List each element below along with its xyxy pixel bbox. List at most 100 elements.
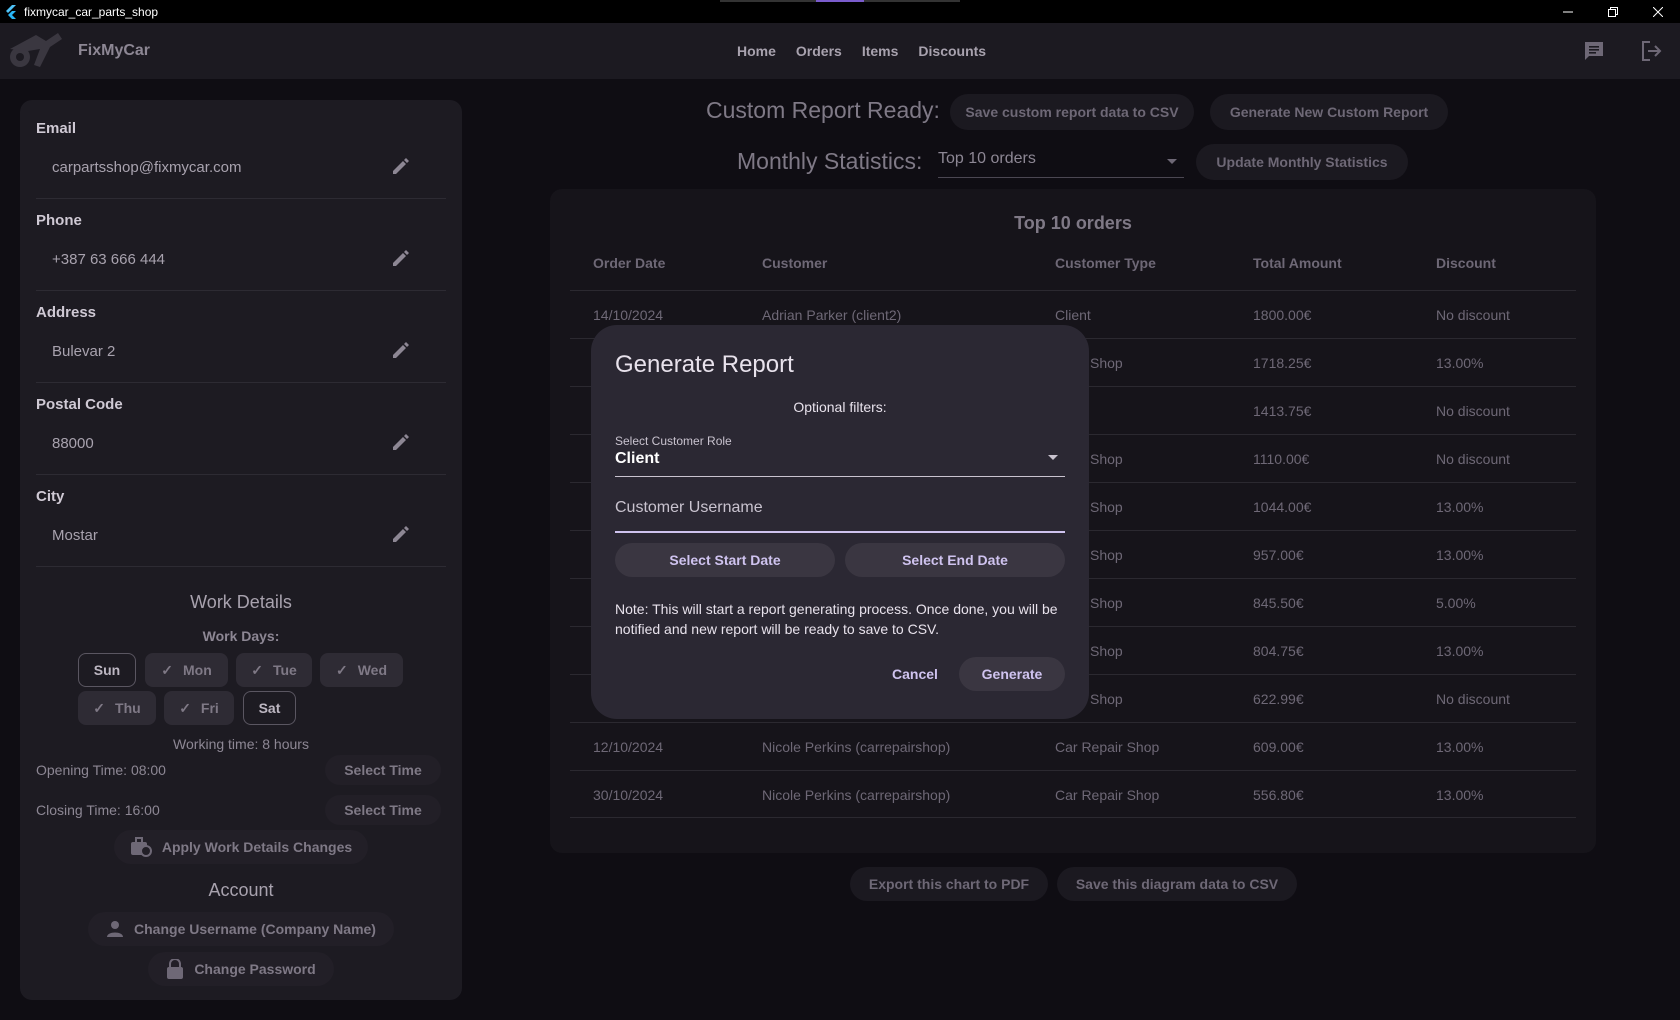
save-diagram-csv-button[interactable]: Save this diagram data to CSV — [1057, 867, 1297, 901]
day-chip-tue[interactable]: ✓ Tue — [236, 653, 312, 687]
cell-discount: No discount — [1436, 307, 1510, 323]
cell-discount: 13.00% — [1436, 787, 1484, 803]
chat-icon[interactable] — [1583, 40, 1605, 62]
main-nav: Home Orders Items Discounts — [737, 43, 1006, 59]
edit-phone-icon[interactable] — [391, 248, 411, 268]
cancel-button[interactable]: Cancel — [885, 657, 945, 691]
check-icon: ✓ — [179, 699, 191, 716]
divider — [36, 198, 446, 199]
table-row[interactable]: 12/10/2024 Nicole Perkins (carrepairshop)… — [570, 722, 1576, 770]
chevron-down-icon — [1167, 159, 1177, 164]
edit-email-icon[interactable] — [391, 156, 411, 176]
select-start-date-button[interactable]: Select Start Date — [615, 543, 835, 577]
cell-total-amount: 1044.00€ — [1253, 499, 1312, 515]
postal-code-label: Postal Code — [36, 396, 123, 413]
day-chip-mon[interactable]: ✓ Mon — [145, 653, 228, 687]
save-custom-report-csv-button[interactable]: Save custom report data to CSV — [950, 94, 1194, 130]
phone-label: Phone — [36, 212, 82, 229]
window-title: fixmycar_car_parts_shop — [24, 4, 159, 19]
working-time: Working time: 8 hours — [173, 736, 309, 752]
nav-items[interactable]: Items — [862, 43, 899, 59]
day-label: Wed — [357, 662, 388, 678]
cell-customer-type: Client — [1055, 307, 1091, 323]
update-monthly-statistics-button[interactable]: Update Monthly Statistics — [1196, 144, 1408, 180]
cell-order-date: 14/10/2024 — [593, 307, 664, 323]
customer-role-select[interactable]: Select Customer Role Client — [615, 434, 1065, 477]
customer-username-field[interactable] — [615, 485, 1065, 533]
minimize-button[interactable] — [1545, 0, 1590, 23]
day-chip-sun[interactable]: Sun — [78, 653, 136, 687]
edit-postal-code-icon[interactable] — [391, 432, 411, 452]
nav-discounts[interactable]: Discounts — [918, 43, 986, 59]
select-closing-time-button[interactable]: Select Time — [325, 795, 441, 825]
day-label: Sun — [93, 662, 121, 678]
cell-discount: 5.00% — [1436, 595, 1476, 611]
opening-time: Opening Time: 08:00 — [36, 762, 166, 778]
person-icon — [106, 920, 124, 938]
day-chip-wed[interactable]: ✓ Wed — [320, 653, 403, 687]
generate-new-custom-report-button[interactable]: Generate New Custom Report — [1210, 94, 1448, 130]
edit-city-icon[interactable] — [391, 524, 411, 544]
restore-icon — [1607, 6, 1618, 17]
header-total-amount: Total Amount — [1253, 255, 1342, 271]
close-window-button[interactable] — [1635, 0, 1680, 23]
monthly-statistics-label: Monthly Statistics: — [737, 148, 923, 174]
chevron-down-icon — [1048, 455, 1058, 460]
cell-total-amount: 622.99€ — [1253, 691, 1304, 707]
select-end-date-button[interactable]: Select End Date — [845, 543, 1065, 577]
cell-total-amount: 609.00€ — [1253, 739, 1304, 755]
divider — [36, 474, 446, 475]
nav-home[interactable]: Home — [737, 43, 776, 59]
cell-discount: 13.00% — [1436, 739, 1484, 755]
account-title: Account — [208, 880, 274, 900]
cell-total-amount: 1718.25€ — [1253, 355, 1312, 371]
dialog-note: Note: This will start a report generatin… — [615, 601, 1058, 637]
table-title: Top 10 orders — [1014, 213, 1132, 233]
brand-name: FixMyCar — [78, 42, 151, 59]
cell-customer: Nicole Perkins (carrepairshop) — [762, 739, 951, 755]
lock-icon — [166, 959, 184, 979]
cell-discount: 13.00% — [1436, 499, 1484, 515]
day-label: Mon — [182, 662, 212, 678]
check-icon: ✓ — [251, 661, 263, 678]
cell-order-date: 12/10/2024 — [593, 739, 664, 755]
cell-total-amount: 1110.00€ — [1253, 451, 1310, 467]
monthly-statistics-select[interactable]: Top 10 orders — [938, 150, 1184, 178]
header-customer: Customer — [762, 255, 828, 271]
check-icon: ✓ — [161, 661, 173, 678]
day-chip-thu[interactable]: ✓ Thu — [78, 691, 156, 725]
header-customer-type: Customer Type — [1055, 255, 1156, 271]
table-row[interactable]: 30/10/2024 Nicole Perkins (carrepairshop)… — [570, 770, 1576, 818]
profile-panel: Email carpartsshop@fixmycar.com Phone +3… — [20, 100, 462, 1000]
apply-work-details-button[interactable]: Apply Work Details Changes — [114, 830, 368, 864]
custom-report-ready-label: Custom Report Ready: — [706, 97, 940, 123]
change-username-button[interactable]: Change Username (Company Name) — [88, 912, 394, 946]
nav-orders[interactable]: Orders — [796, 43, 842, 59]
cell-discount: 13.00% — [1436, 547, 1484, 563]
window-titlebar: fixmycar_car_parts_shop — [0, 0, 1680, 23]
generate-button[interactable]: Generate — [959, 657, 1065, 691]
cell-total-amount: 556.80€ — [1253, 787, 1304, 803]
postal-code-value: 88000 — [52, 435, 94, 452]
customer-role-label: Select Customer Role — [615, 434, 732, 448]
day-chip-sat[interactable]: Sat — [243, 691, 296, 725]
cell-discount: No discount — [1436, 691, 1510, 707]
customer-username-input[interactable] — [615, 485, 1065, 531]
work-details-title: Work Details — [190, 592, 292, 612]
change-password-button[interactable]: Change Password — [148, 952, 334, 986]
cell-total-amount: 804.75€ — [1253, 643, 1304, 659]
cell-customer: Adrian Parker (client2) — [762, 307, 902, 323]
day-label: Tue — [272, 662, 297, 678]
restore-button[interactable] — [1590, 0, 1635, 23]
cell-customer-type: Car Repair Shop — [1055, 739, 1160, 755]
monthly-statistics-value: Top 10 orders — [938, 150, 1036, 167]
day-label: Sat — [258, 700, 281, 716]
divider — [36, 382, 446, 383]
edit-address-icon[interactable] — [391, 340, 411, 360]
cell-discount: No discount — [1436, 403, 1510, 419]
change-username-label: Change Username (Company Name) — [134, 921, 376, 937]
day-chip-fri[interactable]: ✓ Fri — [164, 691, 234, 725]
logout-icon[interactable] — [1641, 40, 1663, 62]
select-opening-time-button[interactable]: Select Time — [325, 755, 441, 785]
export-chart-pdf-button[interactable]: Export this chart to PDF — [850, 867, 1048, 901]
